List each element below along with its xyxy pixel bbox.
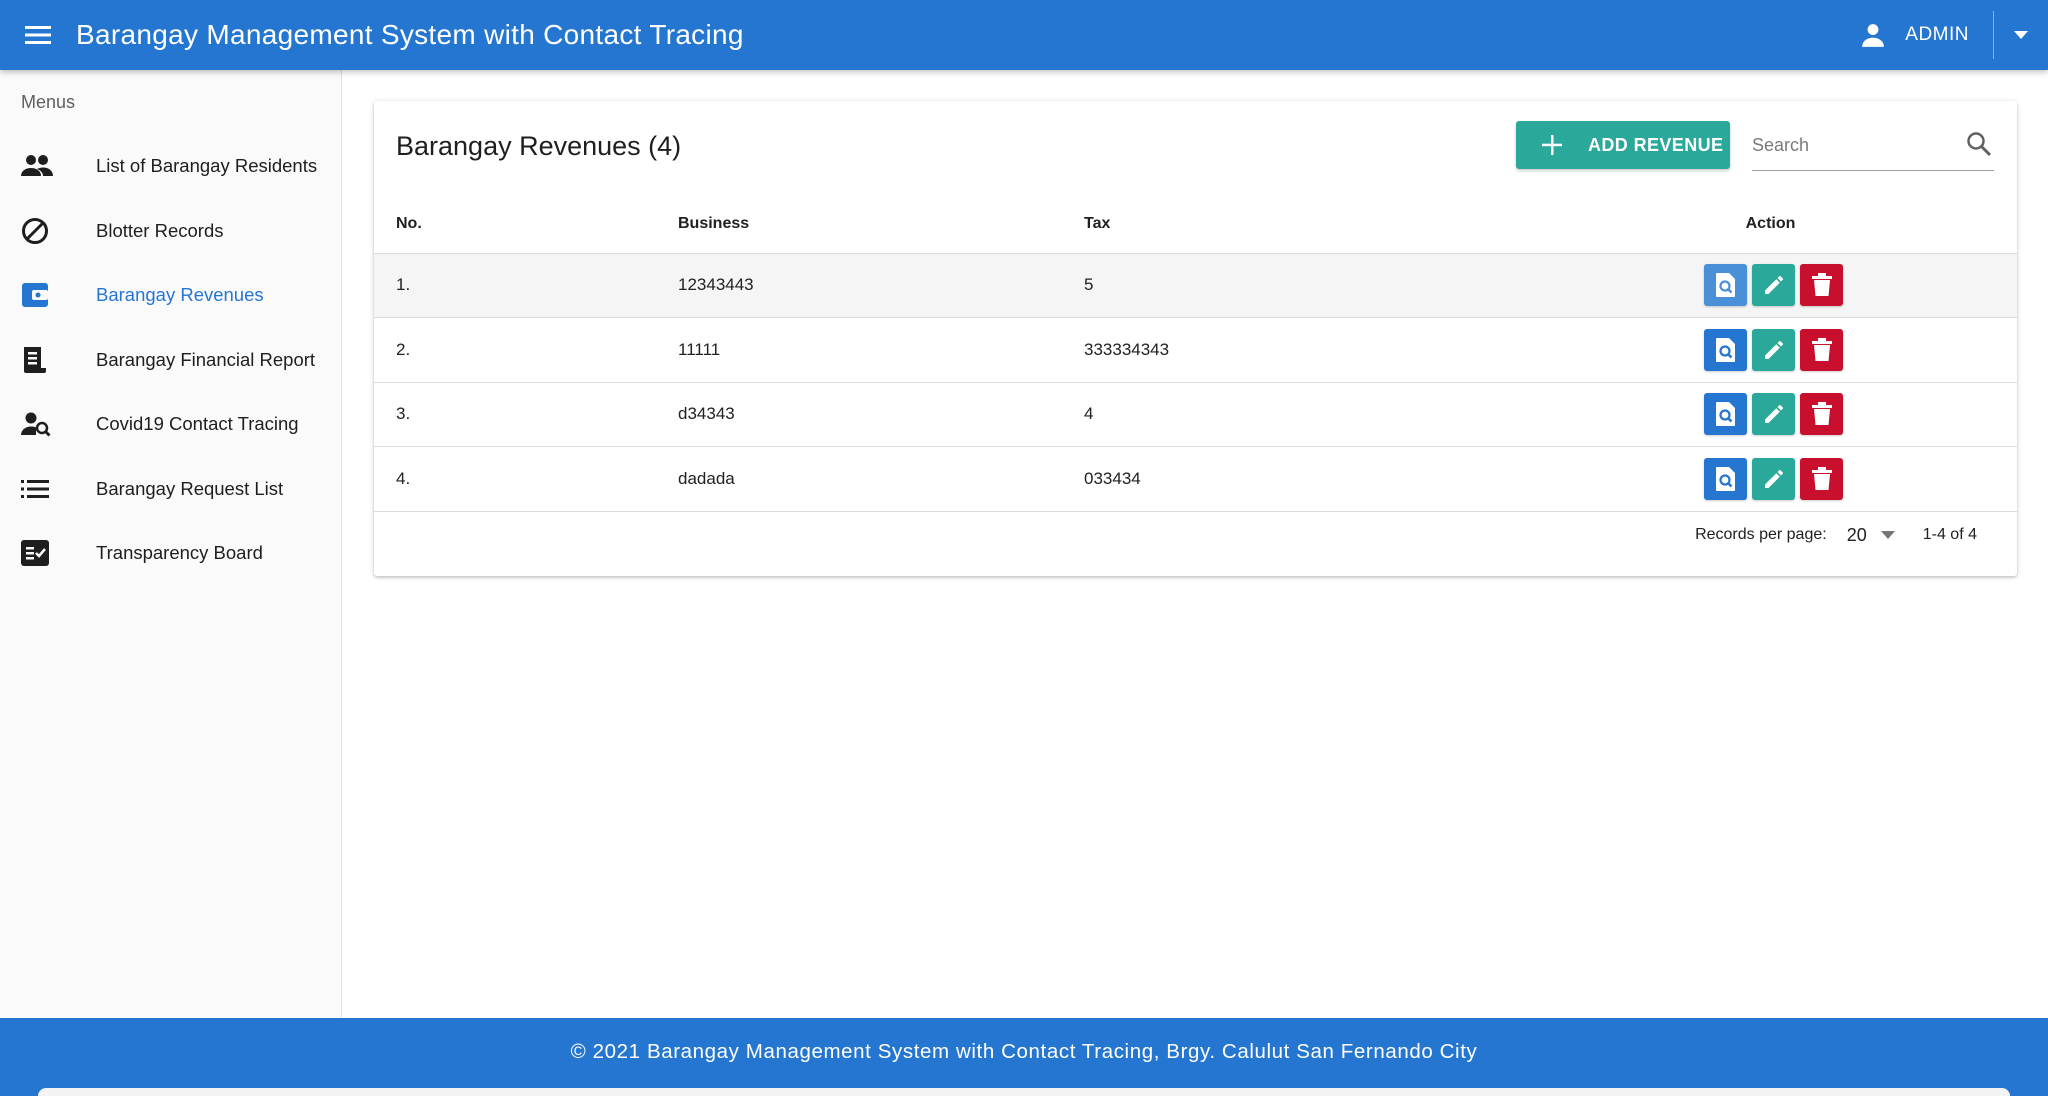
sidebar-item-revenues[interactable]: Barangay Revenues — [0, 263, 341, 328]
view-button[interactable] — [1704, 328, 1747, 371]
trash-icon — [1811, 466, 1832, 490]
table-row[interactable]: 2. 11111 333334343 — [374, 317, 2017, 383]
footer: © 2021 Barangay Management System with C… — [0, 1018, 2048, 1096]
table-row[interactable]: 1. 12343443 5 — [374, 253, 2017, 318]
person-search-icon — [0, 411, 96, 437]
sidebar-item-residents[interactable]: List of Barangay Residents — [0, 134, 341, 199]
wallet-icon — [0, 282, 96, 308]
records-per-page-value: 20 — [1846, 524, 1867, 545]
cell-business: 12343443 — [678, 253, 1084, 318]
page-title: Barangay Revenues (4) — [396, 131, 682, 161]
table-header-row: No. Business Tax Action — [374, 196, 2017, 254]
list-icon — [0, 479, 96, 499]
pencil-icon — [1764, 340, 1783, 359]
sidebar-item-contact-tracing[interactable]: Covid19 Contact Tracing — [0, 392, 341, 457]
sidebar-item-label: List of Barangay Residents — [96, 155, 318, 177]
add-revenue-button[interactable]: ADD REVENUE — [1516, 121, 1730, 169]
user-menu: ADMIN — [1855, 0, 2048, 70]
view-button[interactable] — [1704, 264, 1747, 307]
column-header-action: Action — [1524, 196, 2017, 254]
sidebar-item-label: Blotter Records — [96, 219, 224, 241]
view-button[interactable] — [1704, 457, 1747, 500]
delete-button[interactable] — [1800, 457, 1843, 500]
cell-no: 3. — [374, 382, 678, 447]
delete-button[interactable] — [1800, 264, 1843, 307]
revenues-table: No. Business Tax Action 1. 12343443 5 2.… — [374, 196, 2017, 512]
plus-icon — [1516, 135, 1588, 155]
sidebar-item-financial-report[interactable]: Barangay Financial Report — [0, 328, 341, 393]
pencil-icon — [1764, 469, 1783, 488]
delete-button[interactable] — [1800, 328, 1843, 371]
fact-check-icon — [0, 540, 96, 567]
pagination: Records per page: 20 1-4 of 4 — [374, 505, 2017, 565]
people-icon — [0, 154, 96, 178]
records-per-page-label: Records per page: — [1695, 526, 1827, 543]
cell-action — [1524, 382, 2017, 447]
chevron-down-icon — [1880, 526, 1895, 544]
sidebar-item-transparency-board[interactable]: Transparency Board — [0, 521, 341, 586]
cell-no: 1. — [374, 253, 678, 318]
edit-button[interactable] — [1752, 328, 1795, 371]
bottom-strip — [38, 1088, 2010, 1096]
sidebar-item-label: Covid19 Contact Tracing — [96, 413, 299, 435]
edit-button[interactable] — [1752, 457, 1795, 500]
cell-tax: 033434 — [1084, 446, 1524, 512]
account-icon — [1855, 17, 1891, 53]
search-icon[interactable] — [1966, 131, 1994, 159]
cell-tax: 333334343 — [1084, 317, 1524, 383]
revenues-card: Barangay Revenues (4) ADD REVENUE No. Bu… — [374, 101, 2017, 576]
find-in-page-icon — [1715, 402, 1735, 427]
table-row[interactable]: 3. d34343 4 — [374, 382, 2017, 447]
sidebar-item-blotter[interactable]: Blotter Records — [0, 199, 341, 264]
page-range: 1-4 of 4 — [1922, 526, 1977, 543]
cell-no: 4. — [374, 446, 678, 512]
view-button[interactable] — [1704, 393, 1747, 436]
cell-tax: 4 — [1084, 382, 1524, 447]
column-header-no[interactable]: No. — [374, 196, 678, 254]
sidebar-item-label: Barangay Financial Report — [96, 348, 316, 370]
cell-business: 11111 — [678, 317, 1084, 383]
sidebar-item-request-list[interactable]: Barangay Request List — [0, 457, 341, 522]
cell-business: dadada — [678, 446, 1084, 512]
column-header-tax[interactable]: Tax — [1084, 196, 1524, 254]
find-in-page-icon — [1715, 466, 1735, 491]
cell-action — [1524, 446, 2017, 512]
cell-business: d34343 — [678, 382, 1084, 447]
search-input[interactable] — [1752, 119, 1952, 171]
pencil-icon — [1764, 276, 1783, 295]
delete-button[interactable] — [1800, 393, 1843, 436]
table-row[interactable]: 4. dadada 033434 — [374, 446, 2017, 512]
user-name: ADMIN — [1905, 24, 1969, 45]
cell-tax: 5 — [1084, 253, 1524, 318]
sidebar-item-label: Barangay Request List — [96, 477, 284, 499]
cell-action — [1524, 253, 2017, 318]
receipt-icon — [0, 346, 96, 374]
add-revenue-label: ADD REVENUE — [1588, 134, 1724, 155]
trash-icon — [1811, 337, 1832, 361]
sidebar-item-label: Transparency Board — [96, 542, 263, 564]
footer-text: © 2021 Barangay Management System with C… — [570, 1040, 1478, 1063]
menu-icon[interactable] — [0, 0, 76, 70]
edit-button[interactable] — [1752, 264, 1795, 307]
top-app-bar: Barangay Management System with Contact … — [0, 0, 2048, 70]
search-field — [1752, 119, 1994, 171]
cell-action — [1524, 317, 2017, 383]
cell-no: 2. — [374, 317, 678, 383]
column-header-business[interactable]: Business — [678, 196, 1084, 254]
sidebar-header: Menus — [21, 92, 76, 112]
find-in-page-icon — [1715, 273, 1735, 298]
app-title: Barangay Management System with Contact … — [76, 19, 744, 50]
pencil-icon — [1764, 405, 1783, 424]
sidebar: Menus List of Barangay Residents Blotter… — [0, 70, 342, 1018]
block-icon — [0, 217, 96, 245]
records-per-page-select[interactable]: 20 — [1847, 525, 1895, 546]
user-button[interactable]: ADMIN — [1855, 0, 1993, 70]
trash-icon — [1811, 273, 1832, 297]
chevron-down-icon[interactable] — [1994, 0, 2048, 70]
trash-icon — [1811, 402, 1832, 426]
edit-button[interactable] — [1752, 393, 1795, 436]
sidebar-item-label: Barangay Revenues — [96, 284, 264, 306]
find-in-page-icon — [1715, 337, 1735, 362]
